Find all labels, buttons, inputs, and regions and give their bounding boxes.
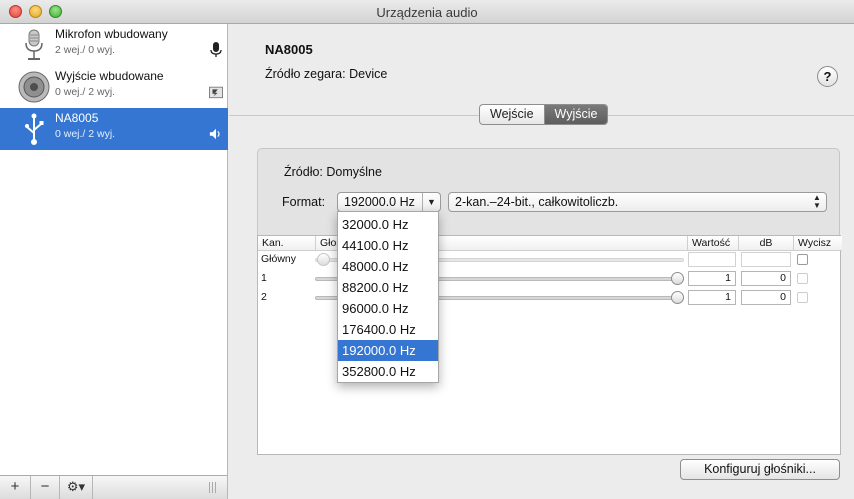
clock-source-value: Device bbox=[349, 67, 388, 81]
clock-source: Źródło zegara: Device bbox=[265, 67, 387, 81]
device-io: 0 wej./ 2 wyj. bbox=[55, 86, 116, 98]
mute-checkbox-master[interactable] bbox=[797, 254, 808, 265]
device-io: 0 wej./ 2 wyj. bbox=[55, 128, 116, 140]
menu-item-176400[interactable]: 176400.0 Hz bbox=[338, 319, 438, 340]
tab-output[interactable]: Wyjście bbox=[543, 105, 608, 124]
mute-checkbox-ch1[interactable] bbox=[797, 273, 808, 284]
device-item-wyjscie[interactable]: Wyjście wbudowane 0 wej./ 2 wyj. bbox=[0, 66, 228, 108]
menu-item-352800[interactable]: 352800.0 Hz bbox=[338, 361, 438, 382]
menu-item-88200[interactable]: 88200.0 Hz bbox=[338, 277, 438, 298]
slider-knob[interactable] bbox=[671, 291, 684, 304]
format-value: 2-kan.–24-bit., całkowitoliczb. bbox=[455, 195, 619, 209]
resize-grip-icon[interactable] bbox=[209, 482, 218, 493]
device-list: Mikrofon wbudowany 2 wej./ 0 wyj. Wyjści… bbox=[0, 24, 228, 475]
chevron-down-icon: ▼ bbox=[422, 193, 440, 211]
column-header-db: dB bbox=[739, 236, 794, 251]
menu-item-96000[interactable]: 96000.0 Hz bbox=[338, 298, 438, 319]
device-item-na8005[interactable]: NA8005 0 wej./ 2 wyj. bbox=[0, 108, 228, 150]
remove-device-button[interactable]: − bbox=[31, 476, 60, 499]
system-alert-icon bbox=[209, 86, 223, 99]
source-value: Domyślne bbox=[326, 165, 382, 179]
sample-rate-value: 192000.0 Hz bbox=[344, 195, 415, 209]
configure-speakers-button[interactable]: Konfiguruj głośniki... bbox=[680, 459, 840, 480]
value-field-master[interactable] bbox=[688, 252, 736, 267]
slider-knob[interactable] bbox=[671, 272, 684, 285]
format-popup[interactable]: 2-kan.–24-bit., całkowitoliczb. ▲ ▼ bbox=[448, 192, 827, 212]
gear-menu-button[interactable]: ⚙▾ bbox=[60, 476, 93, 499]
source-label: Źródło: bbox=[284, 165, 323, 179]
volume-icon bbox=[209, 128, 220, 140]
sample-rate-popup[interactable]: 192000.0 Hz ▼ bbox=[337, 192, 441, 212]
add-device-button[interactable]: + bbox=[0, 476, 31, 499]
window-titlebar: Urządzenia audio bbox=[0, 0, 854, 24]
device-name: Wyjście wbudowane bbox=[55, 69, 164, 83]
format-label: Format: bbox=[282, 195, 326, 209]
column-header-channel: Kan. bbox=[258, 236, 316, 251]
speaker-icon bbox=[18, 71, 50, 103]
slider-knob[interactable] bbox=[317, 253, 330, 266]
column-header-mute: Wycisz bbox=[794, 236, 842, 251]
value-field-ch2[interactable]: 1 bbox=[688, 290, 736, 305]
value-field-ch1[interactable]: 1 bbox=[688, 271, 736, 286]
menu-item-48000[interactable]: 48000.0 Hz bbox=[338, 256, 438, 277]
microphone-icon bbox=[25, 29, 43, 60]
device-title: NA8005 bbox=[265, 42, 313, 57]
channel-label: Główny bbox=[261, 253, 297, 265]
microphone-small-icon bbox=[210, 42, 222, 57]
db-field-ch1[interactable]: 0 bbox=[741, 271, 791, 286]
source-row: Źródło: Domyślne bbox=[284, 165, 382, 179]
mute-checkbox-ch2[interactable] bbox=[797, 292, 808, 303]
device-name: NA8005 bbox=[55, 111, 99, 125]
clock-source-label: Źródło zegara: bbox=[265, 67, 346, 81]
tab-input[interactable]: Wejście bbox=[480, 105, 544, 124]
up-down-arrows-icon: ▲ ▼ bbox=[813, 193, 821, 210]
help-button[interactable]: ? bbox=[817, 66, 838, 87]
channel-label: 1 bbox=[261, 272, 267, 284]
sidebar-toolbar: + − ⚙▾ bbox=[0, 475, 228, 499]
device-header: NA8005 Źródło zegara: Device ? bbox=[229, 24, 854, 116]
window-title: Urządzenia audio bbox=[376, 5, 478, 20]
menu-item-44100[interactable]: 44100.0 Hz bbox=[338, 235, 438, 256]
menu-item-32000[interactable]: 32000.0 Hz bbox=[338, 214, 438, 235]
db-field-ch2[interactable]: 0 bbox=[741, 290, 791, 305]
db-field-master[interactable] bbox=[741, 252, 791, 267]
sample-rate-menu: 32000.0 Hz 44100.0 Hz 48000.0 Hz 88200.0… bbox=[337, 211, 439, 383]
io-tabs: Wejście Wyjście bbox=[479, 104, 609, 125]
device-detail-pane: NA8005 Źródło zegara: Device ? Wejście W… bbox=[229, 24, 854, 499]
channel-label: 2 bbox=[261, 291, 267, 303]
device-io: 2 wej./ 0 wyj. bbox=[55, 44, 116, 56]
menu-item-192000[interactable]: 192000.0 Hz bbox=[338, 340, 438, 361]
column-header-value: Wartość bbox=[688, 236, 739, 251]
device-name: Mikrofon wbudowany bbox=[55, 27, 168, 41]
usb-icon bbox=[25, 113, 44, 145]
device-item-mikrofon[interactable]: Mikrofon wbudowany 2 wej./ 0 wyj. bbox=[0, 24, 228, 66]
